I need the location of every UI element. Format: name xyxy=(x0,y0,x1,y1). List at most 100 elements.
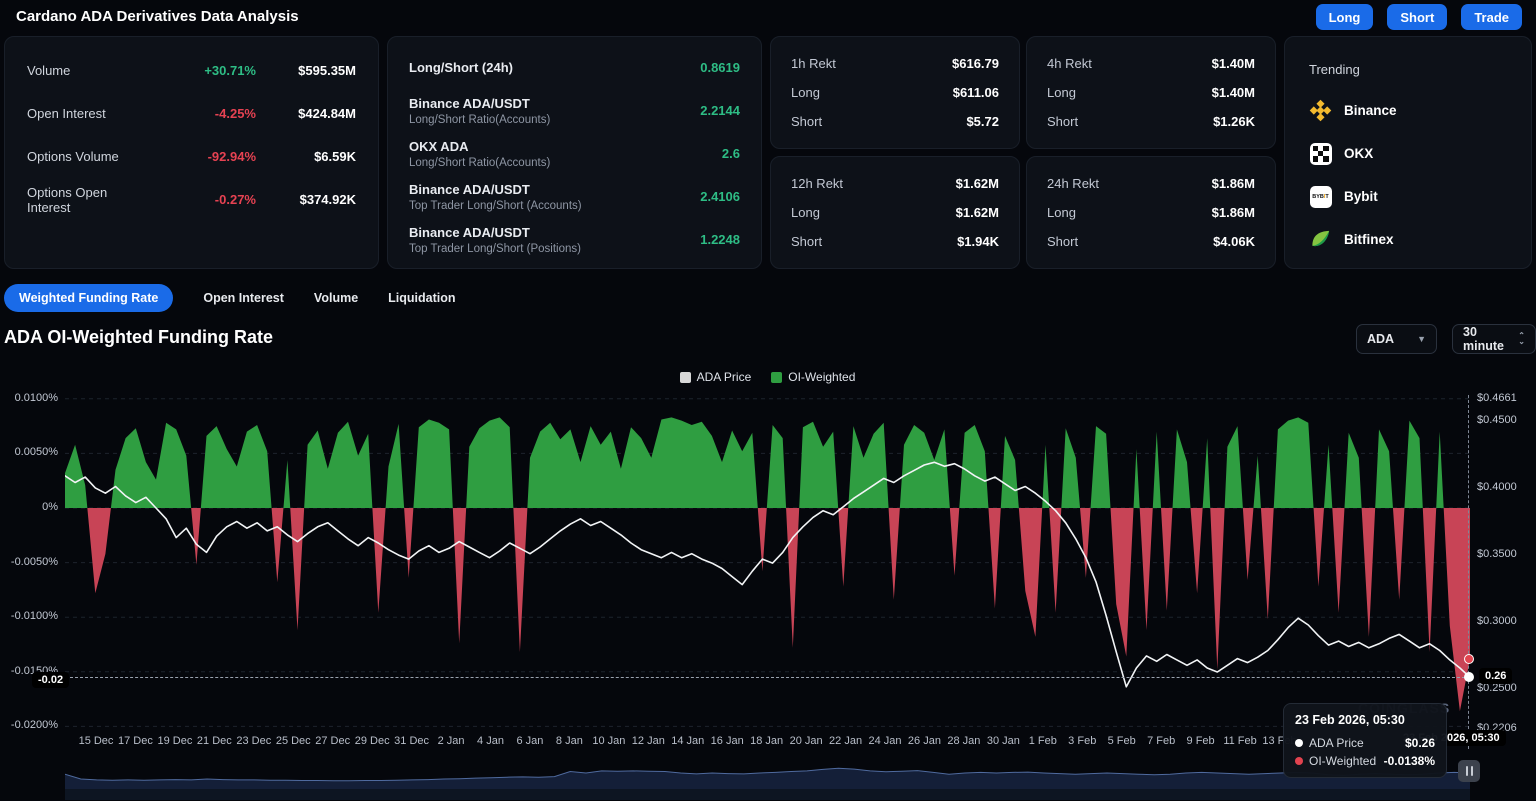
x-axis-tick: 22 Jan xyxy=(829,735,862,747)
tab-volume[interactable]: Volume xyxy=(314,284,358,312)
header-button-short[interactable]: Short xyxy=(1387,4,1447,30)
ratio-row: Binance ADA/USDTLong/Short Ratio(Account… xyxy=(409,89,740,132)
trending-items: Binance OKX BYBIT Bybit Bitfinex xyxy=(1309,89,1507,261)
ratio-value: 1.2248 xyxy=(700,232,740,247)
stats-value: $374.92K xyxy=(256,192,356,207)
header-button-trade[interactable]: Trade xyxy=(1461,4,1522,30)
up-down-stepper-icon: ⌃⌄ xyxy=(1518,333,1525,345)
rekt-long-value: $1.40M xyxy=(1212,85,1255,100)
x-axis-tick: 8 Jan xyxy=(556,735,583,747)
trending-item-bybit[interactable]: BYBIT Bybit xyxy=(1309,175,1507,218)
rekt-card-24h: 24h Rekt$1.86MLong$1.86MShort$4.06K xyxy=(1026,156,1276,269)
trending-item-bitfinex[interactable]: Bitfinex xyxy=(1309,218,1507,261)
header-buttons: Long Short Trade xyxy=(1316,4,1522,30)
stats-row: Volume+30.71%$595.35M xyxy=(27,49,356,92)
tab-liquidation[interactable]: Liquidation xyxy=(388,284,455,312)
x-axis-tick: 27 Dec xyxy=(315,735,350,747)
coin-select[interactable]: ADA ▼ xyxy=(1356,324,1437,354)
tooltip-row: OI-Weighted-0.0138% xyxy=(1295,754,1435,768)
right-axis-tick: $0.3500 xyxy=(1477,548,1517,560)
rekt-card-1h: 1h Rekt$616.79Long$611.06Short$5.72 xyxy=(770,36,1020,149)
x-axis-tick: 18 Jan xyxy=(750,735,783,747)
tooltip-series-label: ADA Price xyxy=(1309,736,1405,750)
right-axis-tick: $0.2500 xyxy=(1477,682,1517,694)
x-axis-tick: 6 Jan xyxy=(516,735,543,747)
bybit-icon: BYBIT xyxy=(1309,185,1332,208)
tab-open-interest[interactable]: Open Interest xyxy=(203,284,284,312)
chart-section-title: ADA OI-Weighted Funding Rate xyxy=(4,327,273,348)
rekt-total: $1.86M xyxy=(1212,176,1255,191)
crosshair-horizontal-line xyxy=(65,677,1470,678)
tooltip-series-value: $0.26 xyxy=(1405,736,1435,750)
rekt-long-label: Long xyxy=(791,85,820,100)
ratio-row: Binance ADA/USDTTop Trader Long/Short (A… xyxy=(409,175,740,218)
x-axis-tick: 15 Dec xyxy=(79,735,114,747)
ratio-row: OKX ADALong/Short Ratio(Accounts)2.6 xyxy=(409,132,740,175)
rekt-long-row: Long$611.06 xyxy=(791,85,999,100)
ratio-label: OKX ADA xyxy=(409,139,722,154)
stats-row: Options Volume-92.94%$6.59K xyxy=(27,135,356,178)
tooltip-series-dot xyxy=(1295,739,1303,747)
chevron-down-icon: ▼ xyxy=(1417,335,1426,344)
handle-grip-bar xyxy=(1471,766,1473,776)
chart-navigator[interactable] xyxy=(65,752,1470,789)
tooltip-row: ADA Price$0.26 xyxy=(1295,736,1435,750)
rekt-card-12h: 12h Rekt$1.62MLong$1.62MShort$1.94K xyxy=(770,156,1020,269)
funding-rate-chart[interactable] xyxy=(65,393,1470,737)
x-axis-tick: 10 Jan xyxy=(592,735,625,747)
last-point-price-dot xyxy=(1464,672,1474,682)
right-axis-tick: $0.3000 xyxy=(1477,615,1517,627)
rekt-total: $1.62M xyxy=(956,176,999,191)
ratio-row: Long/Short (24h)0.8619 xyxy=(409,46,740,89)
tab-weighted-funding-rate[interactable]: Weighted Funding Rate xyxy=(4,284,173,312)
ratio-names: Binance ADA/USDT Top Trader Long/Short (P… xyxy=(409,225,700,255)
handle-grip-bar xyxy=(1466,766,1468,776)
rekt-title-row: 24h Rekt$1.86M xyxy=(1047,176,1255,191)
rekt-title-row: 1h Rekt$616.79 xyxy=(791,56,999,71)
binance-icon xyxy=(1309,99,1332,122)
exchange-name: Bybit xyxy=(1344,189,1378,204)
legend-item-ada-price[interactable]: ADA Price xyxy=(680,370,752,384)
ratio-sublabel: Top Trader Long/Short (Positions) xyxy=(409,243,700,255)
stats-value: $595.35M xyxy=(256,63,356,78)
rekt-title: 12h Rekt xyxy=(791,176,843,191)
rekt-title: 4h Rekt xyxy=(1047,56,1092,71)
chart-tabs: Weighted Funding Rate Open Interest Volume… xyxy=(4,284,456,312)
x-axis-tick: 24 Jan xyxy=(868,735,901,747)
rekt-short-label: Short xyxy=(1047,234,1078,249)
exchange-name: OKX xyxy=(1344,146,1373,161)
rekt-title: 1h Rekt xyxy=(791,56,836,71)
x-axis-tick: 4 Jan xyxy=(477,735,504,747)
navigator-right-handle[interactable] xyxy=(1458,760,1480,782)
rekt-title-row: 12h Rekt $1.62M xyxy=(791,176,999,191)
navigator-scrollbar[interactable] xyxy=(65,789,1470,800)
ratio-value: 2.6 xyxy=(722,146,740,161)
stats-value: $424.84M xyxy=(256,106,356,121)
trending-item-binance[interactable]: Binance xyxy=(1309,89,1507,132)
x-axis-tick: 5 Feb xyxy=(1108,735,1136,747)
rekt-short-label: Short xyxy=(1047,114,1078,129)
legend-item-oi-weighted[interactable]: OI-Weighted xyxy=(771,370,855,384)
trending-item-okx[interactable]: OKX xyxy=(1309,132,1507,175)
last-point-funding-dot xyxy=(1464,654,1474,664)
interval-select[interactable]: 30 minute ⌃⌄ xyxy=(1452,324,1536,354)
stats-value: $6.59K xyxy=(256,149,356,164)
x-axis-tick: 12 Jan xyxy=(632,735,665,747)
x-axis-tick: 21 Dec xyxy=(197,735,232,747)
rekt-long-label: Long xyxy=(1047,85,1076,100)
ratio-label: Binance ADA/USDT xyxy=(409,225,700,240)
rekt-long-label: Long xyxy=(1047,205,1076,220)
rekt-long-row: Long$1.86M xyxy=(1047,205,1255,220)
long-short-ratios-card: Long/Short (24h)0.8619Binance ADA/USDTLo… xyxy=(387,36,762,269)
stats-change: -0.27% xyxy=(152,192,256,207)
rekt-short-row: Short $4.06K xyxy=(1047,234,1255,249)
header-button-long[interactable]: Long xyxy=(1316,4,1374,30)
rekt-short-value: $4.06K xyxy=(1213,234,1255,249)
navigator-area xyxy=(65,768,1470,789)
tooltip-series-value: -0.0138% xyxy=(1384,754,1435,768)
stats-change: -92.94% xyxy=(152,149,256,164)
tooltip-series-dot xyxy=(1295,757,1303,765)
left-axis-tick: 0.0050% xyxy=(2,446,58,458)
x-axis-tick: 26 Jan xyxy=(908,735,941,747)
app-root: Cardano ADA Derivatives Data Analysis Lo… xyxy=(0,0,1536,801)
